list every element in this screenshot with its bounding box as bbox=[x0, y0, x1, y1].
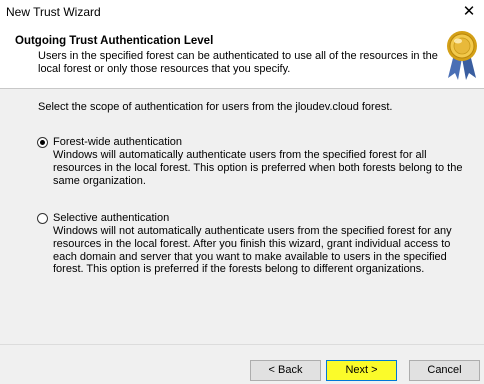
page-title: Outgoing Trust Authentication Level bbox=[15, 35, 214, 47]
certificate-seal-icon bbox=[447, 31, 477, 80]
selective-label[interactable]: Selective authentication bbox=[53, 212, 169, 224]
selective-description: Windows will not automatically authentic… bbox=[53, 225, 452, 276]
close-icon[interactable]: ✕ bbox=[462, 1, 476, 23]
forest-wide-radio[interactable] bbox=[37, 137, 48, 148]
back-button[interactable]: < Back bbox=[250, 360, 321, 381]
window-title: New Trust Wizard bbox=[6, 5, 101, 19]
button-bar: < Back Next > Cancel bbox=[0, 344, 484, 384]
wizard-header: Outgoing Trust Authentication Level User… bbox=[0, 26, 484, 89]
cancel-button[interactable]: Cancel bbox=[409, 360, 480, 381]
forest-wide-description: Windows will automatically authenticate … bbox=[53, 149, 463, 187]
scope-instruction: Select the scope of authentication for u… bbox=[38, 101, 393, 113]
page-description: Users in the specified forest can be aut… bbox=[38, 50, 438, 75]
title-bar: New Trust Wizard ✕ bbox=[0, 0, 484, 26]
wizard-content: Select the scope of authentication for u… bbox=[0, 89, 484, 344]
next-button[interactable]: Next > bbox=[326, 360, 397, 381]
forest-wide-label[interactable]: Forest-wide authentication bbox=[53, 136, 182, 148]
selective-radio[interactable] bbox=[37, 213, 48, 224]
